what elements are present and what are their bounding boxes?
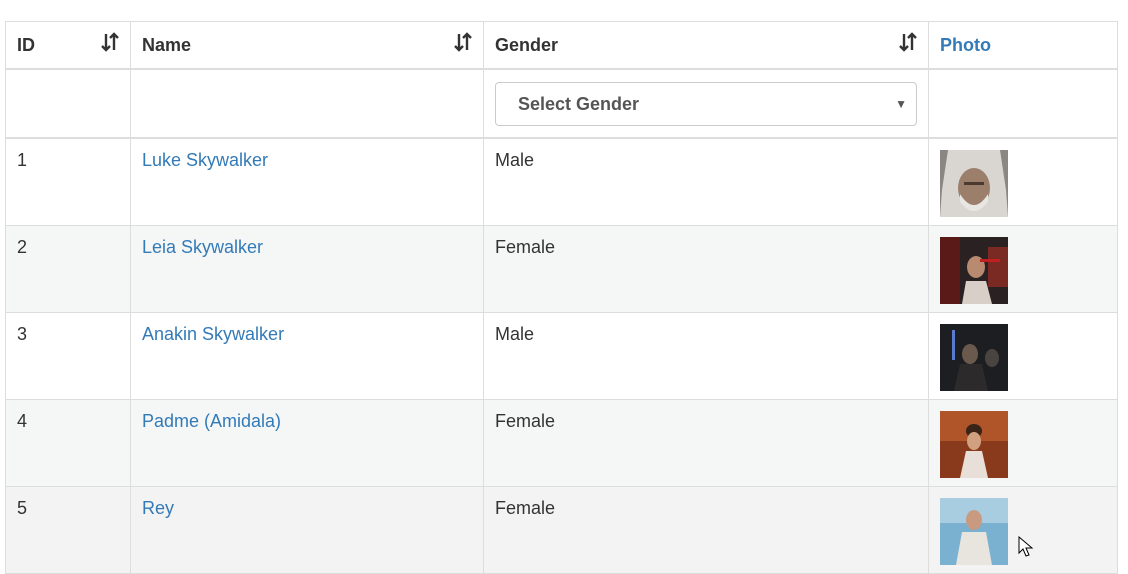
gender-filter-select[interactable]: Select Gender ▼ — [495, 81, 917, 126]
cell-id: 4 — [5, 398, 131, 487]
rey-photo[interactable] — [940, 497, 1008, 565]
column-header-gender-label: Gender — [495, 34, 559, 55]
leia-photo[interactable] — [940, 236, 1008, 304]
column-header-photo[interactable]: Photo — [928, 21, 1118, 70]
cell-id: 1 — [5, 137, 131, 226]
cell-gender: Male — [483, 137, 929, 226]
cell-name: Rey — [130, 485, 484, 574]
characters-table-container: ID Name Gender Photo Select Gender ▼ 1 L… — [5, 21, 1118, 574]
filter-cell-gender: Select Gender ▼ — [483, 68, 929, 139]
gender-filter-select-value: Select Gender — [518, 93, 640, 114]
filter-cell-name — [130, 68, 484, 139]
cell-id: 3 — [5, 311, 131, 400]
cell-photo — [928, 137, 1118, 226]
character-name-link[interactable]: Leia Skywalker — [142, 237, 263, 257]
column-header-photo-label[interactable]: Photo — [940, 35, 991, 55]
mouse-cursor-icon — [1018, 536, 1034, 557]
header-row: ID Name Gender Photo — [5, 21, 1118, 70]
cell-id: 2 — [5, 224, 131, 313]
sort-arrows-icon[interactable] — [453, 31, 473, 53]
sort-arrows-icon[interactable] — [100, 31, 120, 53]
cell-photo — [928, 485, 1118, 574]
filter-row: Select Gender ▼ — [5, 68, 1118, 139]
character-name-link[interactable]: Rey — [142, 498, 174, 518]
table-row: 4 Padme (Amidala) Female — [5, 398, 1118, 487]
cell-gender: Female — [483, 485, 929, 574]
filter-cell-photo — [928, 68, 1118, 139]
column-header-name-label: Name — [142, 34, 192, 55]
table-row: 1 Luke Skywalker Male — [5, 137, 1118, 226]
cell-name: Leia Skywalker — [130, 224, 484, 313]
table-row: 5 Rey Female — [5, 485, 1118, 574]
cell-photo — [928, 311, 1118, 400]
filter-cell-id — [5, 68, 131, 139]
padme-photo[interactable] — [940, 410, 1008, 478]
cell-photo — [928, 224, 1118, 313]
cell-name: Luke Skywalker — [130, 137, 484, 226]
cell-gender: Male — [483, 311, 929, 400]
characters-table: ID Name Gender Photo Select Gender ▼ 1 L… — [5, 21, 1118, 574]
table-row: 3 Anakin Skywalker Male — [5, 311, 1118, 400]
cell-photo — [928, 398, 1118, 487]
cell-gender: Female — [483, 224, 929, 313]
column-header-id[interactable]: ID — [5, 21, 131, 70]
cell-gender: Female — [483, 398, 929, 487]
table-row: 2 Leia Skywalker Female — [5, 224, 1118, 313]
column-header-name[interactable]: Name — [130, 21, 484, 70]
character-name-link[interactable]: Anakin Skywalker — [142, 324, 284, 344]
column-header-gender[interactable]: Gender — [483, 21, 929, 70]
sort-arrows-icon[interactable] — [898, 31, 918, 53]
character-name-link[interactable]: Padme (Amidala) — [142, 411, 281, 431]
character-name-link[interactable]: Luke Skywalker — [142, 150, 268, 170]
anakin-photo[interactable] — [940, 323, 1008, 391]
cell-name: Anakin Skywalker — [130, 311, 484, 400]
column-header-id-label: ID — [17, 34, 35, 55]
cell-id: 5 — [5, 485, 131, 574]
luke-photo[interactable] — [940, 150, 1008, 217]
cell-name: Padme (Amidala) — [130, 398, 484, 487]
chevron-down-icon: ▼ — [895, 96, 907, 111]
